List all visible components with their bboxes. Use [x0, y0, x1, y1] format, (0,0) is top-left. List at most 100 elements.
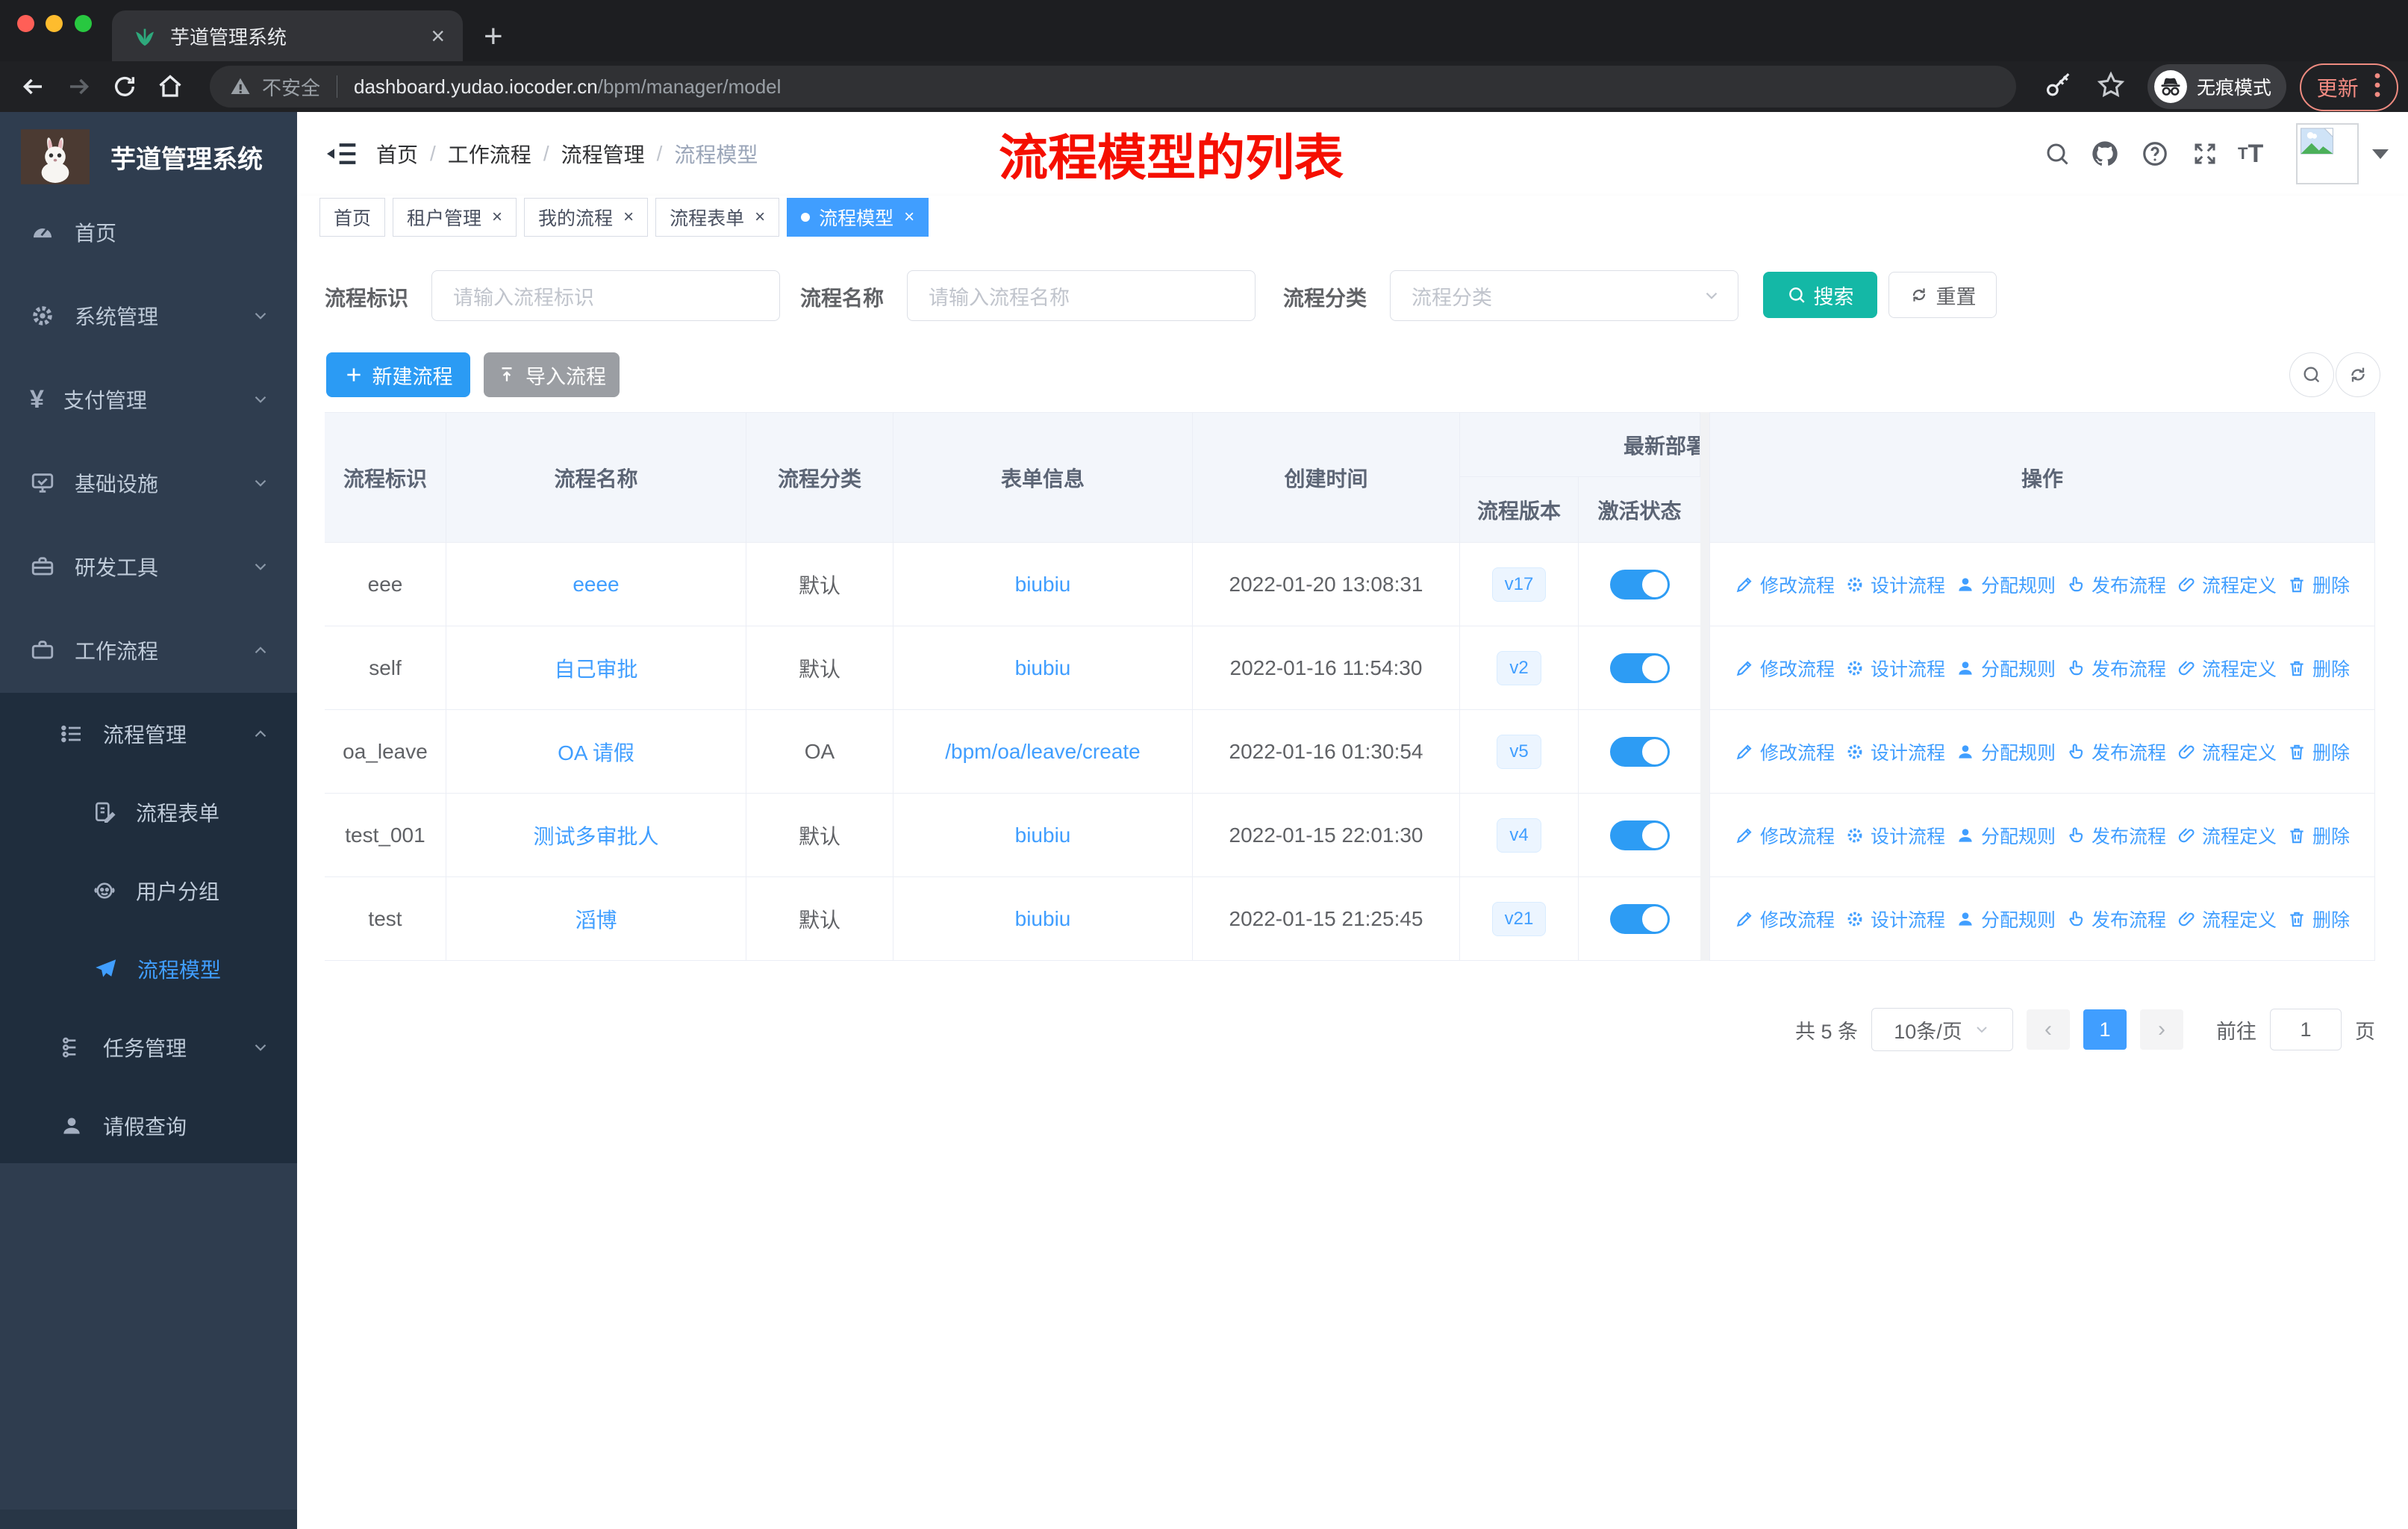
action-分配规则[interactable]: 分配规则: [1956, 655, 2056, 682]
action-设计流程[interactable]: 设计流程: [1845, 822, 1945, 849]
not-secure-label[interactable]: 不安全: [262, 73, 320, 101]
reset-button[interactable]: 重置: [1888, 272, 1997, 318]
form-info-link[interactable]: biubiu: [1015, 823, 1071, 847]
action-删除[interactable]: 删除: [2287, 655, 2350, 682]
reload-icon[interactable]: [112, 74, 137, 99]
zoom-window-button[interactable]: [75, 15, 92, 32]
tag-流程表单[interactable]: 流程表单 ×: [655, 198, 780, 237]
action-发布流程[interactable]: 发布流程: [2066, 906, 2166, 932]
question-icon[interactable]: [2141, 112, 2169, 196]
action-流程定义[interactable]: 流程定义: [2177, 822, 2277, 849]
tag-close-icon[interactable]: ×: [904, 207, 914, 228]
active-toggle[interactable]: [1609, 903, 1670, 934]
forward-icon[interactable]: [66, 73, 93, 100]
address-bar[interactable]: 不安全 dashboard.yudao.iocoder.cn/bpm/manag…: [210, 66, 2016, 108]
tag-close-icon[interactable]: ×: [492, 207, 502, 228]
tag-我的流程[interactable]: 我的流程 ×: [524, 198, 649, 237]
refresh-table-button[interactable]: [2336, 352, 2380, 397]
process-name-input[interactable]: 请输入流程名称: [907, 270, 1256, 321]
bookmark-star-icon[interactable]: [2096, 70, 2126, 104]
action-发布流程[interactable]: 发布流程: [2066, 655, 2166, 682]
fontsize-icon[interactable]: TT: [2238, 112, 2263, 196]
create-process-button[interactable]: 新建流程: [326, 352, 470, 397]
form-info-link[interactable]: biubiu: [1015, 656, 1071, 680]
active-toggle[interactable]: [1609, 820, 1670, 850]
tag-close-icon[interactable]: ×: [755, 207, 765, 228]
process-name-link[interactable]: eeee: [573, 573, 619, 597]
tag-close-icon[interactable]: ×: [623, 207, 634, 228]
next-page-button[interactable]: ›: [2140, 1009, 2183, 1050]
process-key-input[interactable]: 请输入流程标识: [431, 270, 780, 321]
github-icon[interactable]: [2090, 112, 2120, 196]
sidebar-item-请假查询[interactable]: 请假查询: [0, 1086, 297, 1165]
import-process-button[interactable]: 导入流程: [484, 352, 620, 397]
action-发布流程[interactable]: 发布流程: [2066, 822, 2166, 849]
minimize-window-button[interactable]: [46, 15, 63, 32]
collapse-sidebar-icon[interactable]: [325, 139, 358, 172]
action-删除[interactable]: 删除: [2287, 571, 2350, 598]
prev-page-button[interactable]: ‹: [2027, 1009, 2070, 1050]
action-修改流程[interactable]: 修改流程: [1735, 655, 1835, 682]
version-tag[interactable]: v21: [1491, 901, 1547, 936]
tag-租户管理[interactable]: 租户管理 ×: [393, 198, 517, 237]
new-tab-button[interactable]: +: [484, 18, 503, 55]
browser-menu-dots-icon[interactable]: [2374, 72, 2381, 103]
process-name-link[interactable]: 测试多审批人: [533, 820, 658, 850]
update-button[interactable]: 更新: [2300, 63, 2398, 111]
avatar[interactable]: [2296, 123, 2359, 184]
close-window-button[interactable]: [17, 15, 34, 32]
fullscreen-icon[interactable]: [2192, 112, 2218, 196]
tab-close-icon[interactable]: ×: [431, 22, 445, 50]
action-分配规则[interactable]: 分配规则: [1956, 822, 2056, 849]
page-size-select[interactable]: 10条/页: [1871, 1008, 2013, 1051]
action-删除[interactable]: 删除: [2287, 822, 2350, 849]
breadcrumb-item[interactable]: 流程管理: [561, 139, 645, 169]
incognito-badge[interactable]: 无痕模式: [2147, 64, 2286, 109]
show-search-button[interactable]: [2289, 352, 2334, 397]
tag-流程模型[interactable]: 流程模型 ×: [787, 198, 929, 237]
action-设计流程[interactable]: 设计流程: [1845, 738, 1945, 765]
active-toggle[interactable]: [1609, 653, 1670, 683]
sidebar-item-工作流程[interactable]: 工作流程: [0, 611, 297, 689]
version-tag[interactable]: v4: [1497, 818, 1541, 853]
tag-首页[interactable]: 首页: [319, 198, 386, 237]
category-select[interactable]: 流程分类: [1390, 270, 1738, 321]
sidebar-item-支付管理[interactable]: ¥ 支付管理: [0, 360, 297, 438]
active-toggle[interactable]: [1609, 736, 1670, 767]
sidebar-item-用户分组[interactable]: 用户分组: [0, 851, 297, 929]
action-修改流程[interactable]: 修改流程: [1735, 906, 1835, 932]
back-icon[interactable]: [19, 73, 46, 100]
process-name-link[interactable]: OA 请假: [558, 737, 634, 767]
breadcrumb-item[interactable]: 工作流程: [448, 139, 531, 169]
browser-tab[interactable]: 芋道管理系统 ×: [112, 10, 463, 61]
sidebar-item-首页[interactable]: 首页: [0, 193, 297, 271]
active-toggle[interactable]: [1609, 569, 1670, 600]
version-tag[interactable]: v17: [1491, 567, 1547, 602]
action-设计流程[interactable]: 设计流程: [1845, 655, 1945, 682]
action-修改流程[interactable]: 修改流程: [1735, 738, 1835, 765]
action-发布流程[interactable]: 发布流程: [2066, 571, 2166, 598]
sidebar-item-任务管理[interactable]: 任务管理: [0, 1008, 297, 1086]
sidebar-item-系统管理[interactable]: 系统管理: [0, 276, 297, 355]
process-name-link[interactable]: 滔博: [575, 904, 617, 934]
version-tag[interactable]: v5: [1497, 734, 1541, 769]
search-icon[interactable]: [2044, 112, 2071, 196]
form-info-link[interactable]: /bpm/oa/leave/create: [945, 740, 1141, 764]
current-page-button[interactable]: 1: [2083, 1009, 2127, 1050]
action-流程定义[interactable]: 流程定义: [2177, 906, 2277, 932]
app-logo-row[interactable]: 芋道管理系统: [0, 119, 297, 194]
update-label[interactable]: 更新: [2317, 72, 2359, 102]
action-分配规则[interactable]: 分配规则: [1956, 571, 2056, 598]
action-流程定义[interactable]: 流程定义: [2177, 738, 2277, 765]
sidebar-item-流程模型[interactable]: 流程模型: [0, 929, 297, 1008]
action-修改流程[interactable]: 修改流程: [1735, 571, 1835, 598]
action-发布流程[interactable]: 发布流程: [2066, 738, 2166, 765]
version-tag[interactable]: v2: [1497, 650, 1541, 685]
key-icon[interactable]: [2044, 72, 2072, 104]
action-修改流程[interactable]: 修改流程: [1735, 822, 1835, 849]
avatar-caret-down-icon[interactable]: [2372, 149, 2389, 159]
action-流程定义[interactable]: 流程定义: [2177, 655, 2277, 682]
sidebar-item-流程表单[interactable]: 流程表单: [0, 773, 297, 851]
goto-page-input[interactable]: 1: [2270, 1009, 2342, 1050]
form-info-link[interactable]: biubiu: [1015, 573, 1071, 597]
